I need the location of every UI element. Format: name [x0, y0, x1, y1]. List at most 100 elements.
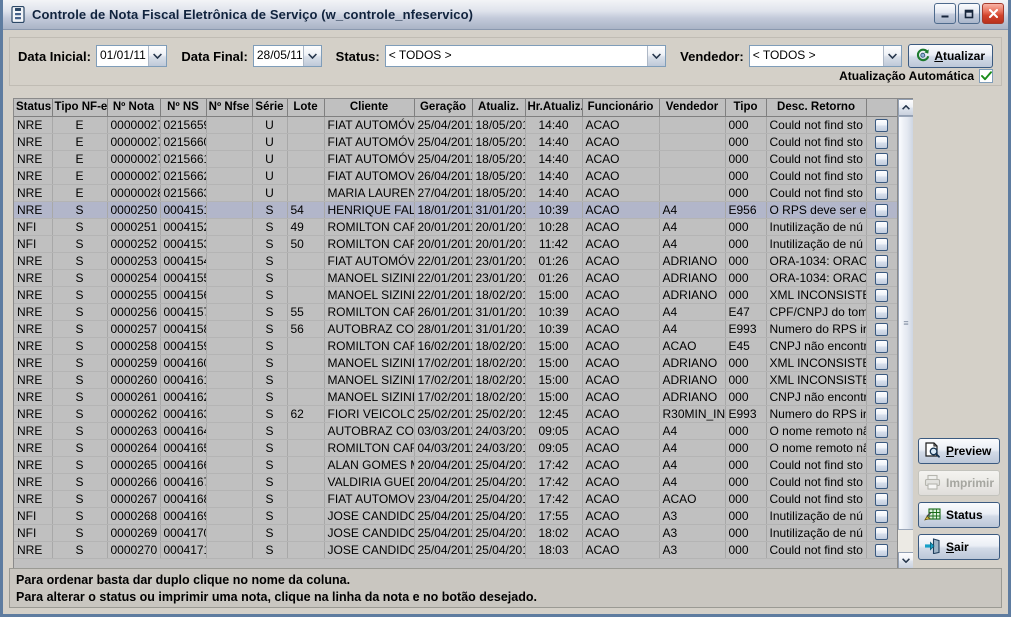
data-final-dropdown[interactable]: 28/05/11 — [252, 45, 322, 67]
row-action-cell[interactable] — [866, 422, 897, 440]
notes-grid[interactable]: Status Tipo NF-e Nº Nota Nº NS Nº Nfse Série L… — [13, 98, 913, 570]
table-row[interactable]: NRES00002700004171SJOSE CANDIDO T25/04/2… — [14, 541, 897, 559]
row-action-cell[interactable] — [866, 541, 897, 559]
table-row[interactable]: NRES00002500004151S54HENRIQUE FALCÁ18/01… — [14, 201, 897, 219]
row-action-cell[interactable] — [866, 167, 897, 185]
row-action-cell[interactable] — [866, 252, 897, 270]
row-action-cell[interactable] — [866, 337, 897, 355]
column-header-n-nota[interactable]: Nº Nota — [107, 99, 161, 117]
table-row[interactable]: NRES00002550004156SMANOEL SIZINIO22/01/2… — [14, 286, 897, 304]
table-row[interactable]: NRES00002660004167SVALDIRIA GUEDE20/04/2… — [14, 473, 897, 491]
chevron-down-icon[interactable] — [148, 46, 167, 66]
close-button[interactable] — [982, 3, 1004, 24]
scroll-thumb[interactable]: ≡ — [898, 116, 913, 530]
column-header-vendedor[interactable]: Vendedor — [659, 99, 726, 117]
title-bar[interactable]: Controle de Nota Fiscal Eletrônica de Se… — [3, 0, 1008, 30]
row-select-button[interactable] — [875, 271, 888, 285]
auto-refresh-row[interactable]: Atualização Automática — [839, 69, 993, 83]
table-row[interactable]: NREE0000002720215660 U FIAT AUTOMÓVE25/04/… — [14, 133, 897, 151]
row-select-button[interactable] — [875, 407, 888, 421]
row-select-button[interactable] — [875, 135, 888, 149]
table-header-row[interactable]: Status Tipo NF-e Nº Nota Nº NS Nº Nfse Série L… — [14, 99, 897, 117]
column-header-tipo[interactable]: Tipo — [725, 99, 767, 117]
atualizar-button[interactable]: Atualizar — [908, 44, 993, 68]
table-row[interactable]: NREE0000002710215659 U FIAT AUTOMÓVE25/04/… — [14, 116, 897, 134]
row-action-cell[interactable] — [866, 184, 897, 202]
chevron-down-icon[interactable] — [647, 46, 666, 66]
table-row[interactable]: NFIS00002680004169SJOSE CANDIDO T25/04/2… — [14, 507, 897, 525]
data-inicial-dropdown[interactable]: 01/01/11 — [95, 45, 168, 67]
row-select-button[interactable] — [875, 152, 888, 166]
chevron-down-icon[interactable] — [302, 46, 321, 66]
imprimir-button[interactable]: Imprimir — [918, 470, 1000, 496]
table-row[interactable]: NRES00002570004158S56AUTOBRAZ COM28/01/2… — [14, 320, 897, 338]
table-row[interactable]: NRES00002590004160SMANOEL SIZINIO17/02/2… — [14, 354, 897, 372]
row-action-cell[interactable] — [866, 320, 897, 338]
minimize-button[interactable] — [934, 3, 956, 24]
table-row[interactable]: NFIS00002520004153S50ROMILTON CARV20/01/… — [14, 235, 897, 253]
row-select-button[interactable] — [875, 356, 888, 370]
row-action-cell[interactable] — [866, 490, 897, 508]
row-select-button[interactable] — [875, 220, 888, 234]
row-action-cell[interactable] — [866, 269, 897, 287]
table-row[interactable]: NRE S 0000253 0004154 S FIAT AUTOMÓVE 22/01/20… — [14, 252, 897, 270]
row-select-button[interactable] — [875, 492, 888, 506]
row-action-cell[interactable] — [866, 405, 897, 423]
preview-button[interactable]: Preview — [918, 438, 1000, 464]
table-row[interactable]: NRES00002620004163S62FIORI VEICOLO L25/0… — [14, 405, 897, 423]
row-action-cell[interactable] — [866, 286, 897, 304]
column-header-status[interactable]: Status — [14, 99, 53, 117]
table-row[interactable]: NRES00002610004162SMANOEL SIZINIO17/02/2… — [14, 388, 897, 406]
row-select-button[interactable] — [875, 458, 888, 472]
row-select-button[interactable] — [875, 322, 888, 336]
row-select-button[interactable] — [875, 509, 888, 523]
row-select-button[interactable] — [875, 186, 888, 200]
row-action-cell[interactable] — [866, 524, 897, 542]
status-button[interactable]: Status — [918, 502, 1000, 528]
row-select-button[interactable] — [875, 373, 888, 387]
column-header-gera-o[interactable]: Geração — [414, 99, 473, 117]
table-row[interactable]: NREE0000002730215661 U FIAT AUTOMÓVE25/04/… — [14, 150, 897, 168]
table-row[interactable]: NFIS00002510004152S49ROMILTON CARV20/01/… — [14, 218, 897, 236]
row-action-cell[interactable] — [866, 218, 897, 236]
vendedor-dropdown[interactable]: < TODOS > — [748, 45, 903, 67]
row-action-cell[interactable] — [866, 116, 897, 134]
chevron-down-icon[interactable] — [883, 46, 902, 66]
column-header-funcion-rio[interactable]: Funcionário — [582, 99, 660, 117]
row-select-button[interactable] — [875, 169, 888, 183]
table-row[interactable]: NRES00002630004164SAUTOBRAZ COM03/03/201… — [14, 422, 897, 440]
column-header-s-rie[interactable]: Série — [252, 99, 288, 117]
row-select-button[interactable] — [875, 203, 888, 217]
auto-refresh-checkbox[interactable] — [979, 69, 993, 83]
row-select-button[interactable] — [875, 441, 888, 455]
column-header-lote[interactable]: Lote — [287, 99, 325, 117]
table-row[interactable]: NFIS00002690004170SJOSE CANDIDO T25/04/2… — [14, 524, 897, 542]
row-select-button[interactable] — [875, 288, 888, 302]
column-header-tipo-nf-e[interactable]: Tipo NF-e — [52, 99, 108, 117]
table-row[interactable]: NRES00002650004166SALAN GOMES MC20/04/20… — [14, 456, 897, 474]
table-row[interactable]: NRES00002560004157S55ROMILTON CARV26/01/… — [14, 303, 897, 321]
scroll-down-button[interactable] — [898, 552, 913, 569]
scroll-up-button[interactable] — [898, 99, 913, 116]
column-header-n-ns[interactable]: Nº NS — [160, 99, 207, 117]
sair-button[interactable]: Sair — [918, 534, 1000, 560]
row-action-cell[interactable] — [866, 133, 897, 151]
row-action-cell[interactable] — [866, 456, 897, 474]
row-action-cell[interactable] — [866, 235, 897, 253]
column-header-cliente[interactable]: Cliente — [324, 99, 415, 117]
column-header-action[interactable] — [866, 99, 897, 117]
row-select-button[interactable] — [875, 475, 888, 489]
table-row[interactable]: NRES00002540004155SMANOEL SIZINIO22/01/2… — [14, 269, 897, 287]
row-action-cell[interactable] — [866, 507, 897, 525]
row-select-button[interactable] — [875, 237, 888, 251]
table-row[interactable]: NRES00002580004159SROMILTON CARV16/02/20… — [14, 337, 897, 355]
row-select-button[interactable] — [875, 390, 888, 404]
row-action-cell[interactable] — [866, 371, 897, 389]
table-row[interactable]: NRE S 0000267 0004168 S FIAT AUTOMOVE 23/04/20… — [14, 490, 897, 508]
row-select-button[interactable] — [875, 526, 888, 540]
grid-vertical-scrollbar[interactable]: ≡ — [897, 99, 913, 569]
column-header-atualiz[interactable]: Atualiz. — [472, 99, 526, 117]
table-row[interactable]: NREE0000002790215662 U FIAT AUTOMOVE26/04/… — [14, 167, 897, 185]
column-header-desc-retorno[interactable]: Desc. Retorno — [766, 99, 867, 117]
column-header-hr-atualiz[interactable]: Hr.Atualiz. — [525, 99, 583, 117]
